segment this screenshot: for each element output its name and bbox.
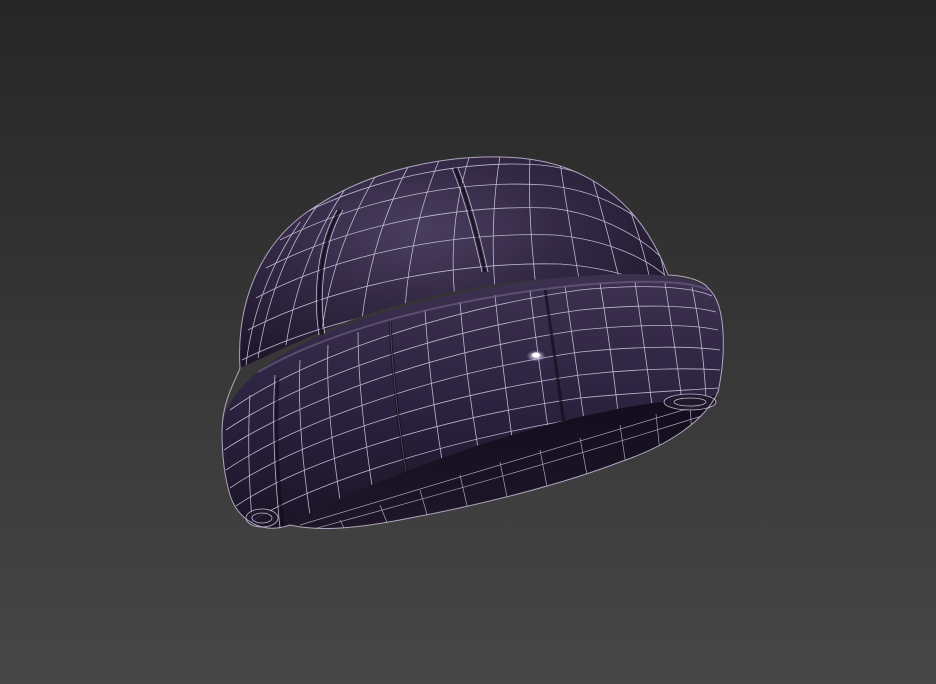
viewport-scene[interactable] [0,0,936,684]
3d-viewport[interactable] [0,0,936,684]
specular-highlight-core [532,352,540,358]
